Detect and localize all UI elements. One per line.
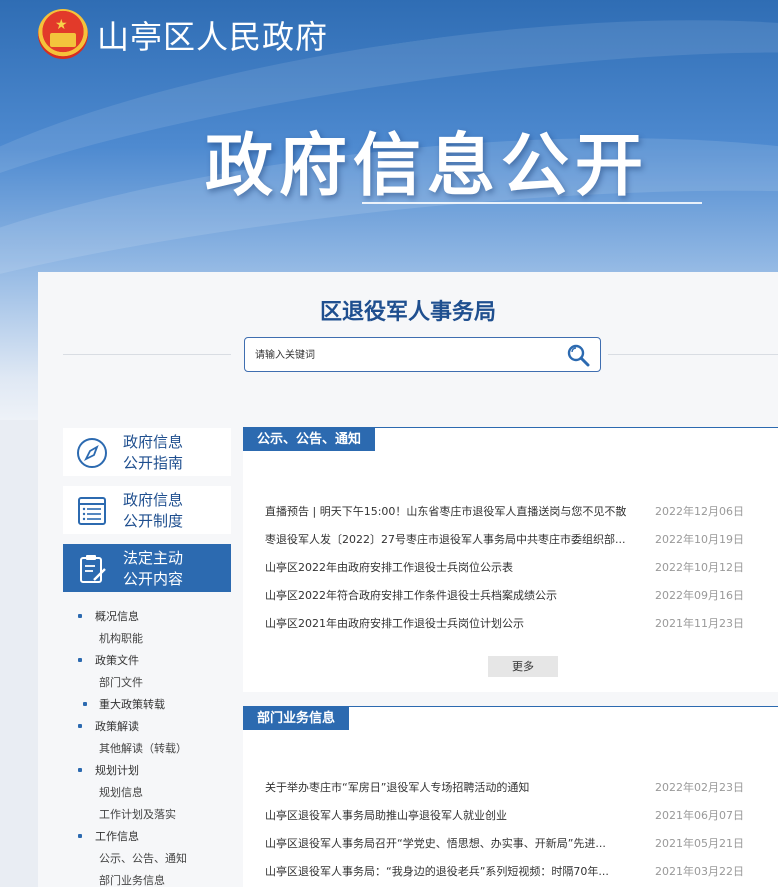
compass-icon: [77, 438, 107, 468]
sidebar-item[interactable]: 政策文件: [63, 650, 231, 672]
item-title[interactable]: 直播预告 | 明天下午15:00！山东省枣庄市退役军人直播送岗与您不见不散: [265, 498, 635, 526]
banner-underline: [362, 202, 702, 204]
sidebar-subitem[interactable]: 其他解读（转载）: [63, 738, 231, 760]
sidebar-card-label: 政府信息 公开制度: [123, 491, 184, 530]
item-title[interactable]: 山亭区2022年由政府安排工作退役士兵岗位公示表: [265, 554, 635, 582]
sidebar-item[interactable]: 概况信息: [63, 606, 231, 628]
divider: [608, 354, 778, 355]
list-item[interactable]: 枣退役军人发〔2022〕27号枣庄市退役军人事务局中共枣庄市委组织部... 20…: [265, 526, 765, 554]
sidebar-card-label: 政府信息 公开指南: [123, 433, 184, 472]
list-item[interactable]: 山亭区2021年由政府安排工作退役士兵岗位计划公示 2021年11月23日: [265, 610, 765, 638]
notice-list: 直播预告 | 明天下午15:00！山东省枣庄市退役军人直播送岗与您不见不散 20…: [265, 498, 765, 638]
sidebar-subitem[interactable]: 部门文件: [63, 672, 231, 694]
item-title[interactable]: 山亭区2021年由政府安排工作退役士兵岗位计划公示: [265, 610, 635, 638]
item-date: 2021年06月07日: [655, 809, 744, 822]
item-date: 2022年10月19日: [655, 533, 744, 546]
more-button[interactable]: 更多: [488, 656, 558, 677]
clipboard-pen-icon: [80, 555, 106, 583]
business-section: 部门业务信息 关于举办枣庄市“军房日”退役军人专场招聘活动的通知 2022年02…: [243, 706, 778, 887]
list-icon: [78, 497, 106, 525]
search-box: [244, 337, 601, 372]
sidebar-item[interactable]: 政策解读: [63, 716, 231, 738]
item-date: 2021年11月23日: [655, 617, 744, 630]
sidebar-subitem[interactable]: 部门业务信息: [63, 870, 231, 887]
item-date: 2021年03月22日: [655, 865, 744, 878]
sidebar-card-active-content[interactable]: 法定主动 公开内容: [63, 544, 231, 592]
search-icon[interactable]: [566, 343, 590, 367]
item-title[interactable]: 枣退役军人发〔2022〕27号枣庄市退役军人事务局中共枣庄市委组织部...: [265, 526, 635, 554]
list-item[interactable]: 山亭区2022年由政府安排工作退役士兵岗位公示表 2022年10月12日: [265, 554, 765, 582]
sidebar-subitem[interactable]: 重大政策转载: [63, 694, 231, 716]
list-item[interactable]: 山亭区退役军人事务局召开“学党史、悟思想、办实事、开新局”先进... 2021年…: [265, 830, 765, 858]
section-tab[interactable]: 部门业务信息: [243, 707, 350, 730]
national-emblem-icon: ★: [38, 9, 88, 59]
item-title[interactable]: 山亭区退役军人事务局助推山亭退役军人就业创业: [265, 802, 635, 830]
business-list: 关于举办枣庄市“军房日”退役军人专场招聘活动的通知 2022年02月23日 山亭…: [265, 774, 765, 886]
item-title[interactable]: 山亭区退役军人事务局：“我身边的退役老兵”系列短视频：时隔70年...: [265, 858, 635, 886]
search-input[interactable]: [255, 346, 555, 364]
main-panel: 区退役军人事务局 政府信息 公开指南 政府信息 公开制度: [38, 272, 778, 887]
list-item[interactable]: 关于举办枣庄市“军房日”退役军人专场招聘活动的通知 2022年02月23日: [265, 774, 765, 802]
sidebar-subitem[interactable]: 规划信息: [63, 782, 231, 804]
item-date: 2022年02月23日: [655, 781, 744, 794]
sidebar-card-guide[interactable]: 政府信息 公开指南: [63, 428, 231, 476]
sidebar-item[interactable]: 工作信息: [63, 826, 231, 848]
sidebar-card-label: 法定主动 公开内容: [123, 549, 184, 588]
item-title[interactable]: 山亭区退役军人事务局召开“学党史、悟思想、办实事、开新局”先进...: [265, 830, 635, 858]
divider: [63, 354, 231, 355]
section-tab[interactable]: 公示、公告、通知: [243, 428, 376, 451]
list-item[interactable]: 山亭区2022年符合政府安排工作条件退役士兵档案成绩公示 2022年09月16日: [265, 582, 765, 610]
list-item[interactable]: 山亭区退役军人事务局：“我身边的退役老兵”系列短视频：时隔70年... 2021…: [265, 858, 765, 886]
list-item[interactable]: 山亭区退役军人事务局助推山亭退役军人就业创业 2021年06月07日: [265, 802, 765, 830]
item-date: 2021年05月21日: [655, 837, 744, 850]
sidebar-list: 概况信息 机构职能 政策文件 部门文件 重大政策转载 政策解读 其他解读（转载）…: [63, 606, 231, 887]
banner-title: 政府信息公开: [205, 127, 650, 206]
department-title: 区退役军人事务局: [319, 300, 496, 325]
sidebar-item[interactable]: 规划计划: [63, 760, 231, 782]
item-date: 2022年12月06日: [655, 505, 744, 518]
item-title[interactable]: 山亭区2022年符合政府安排工作条件退役士兵档案成绩公示: [265, 582, 635, 610]
sidebar-card-system[interactable]: 政府信息 公开制度: [63, 486, 231, 534]
item-title[interactable]: 关于举办枣庄市“军房日”退役军人专场招聘活动的通知: [265, 774, 635, 802]
list-item[interactable]: 直播预告 | 明天下午15:00！山东省枣庄市退役军人直播送岗与您不见不散 20…: [265, 498, 765, 526]
sidebar-subitem[interactable]: 工作计划及落实: [63, 804, 231, 826]
sidebar-subitem[interactable]: 机构职能: [63, 628, 231, 650]
notice-section: 公示、公告、通知 直播预告 | 明天下午15:00！山东省枣庄市退役军人直播送岗…: [243, 427, 778, 692]
item-date: 2022年09月16日: [655, 589, 744, 602]
sidebar-subitem[interactable]: 公示、公告、通知: [63, 848, 231, 870]
site-title[interactable]: 山亭区人民政府: [97, 12, 328, 58]
item-date: 2022年10月12日: [655, 561, 744, 574]
